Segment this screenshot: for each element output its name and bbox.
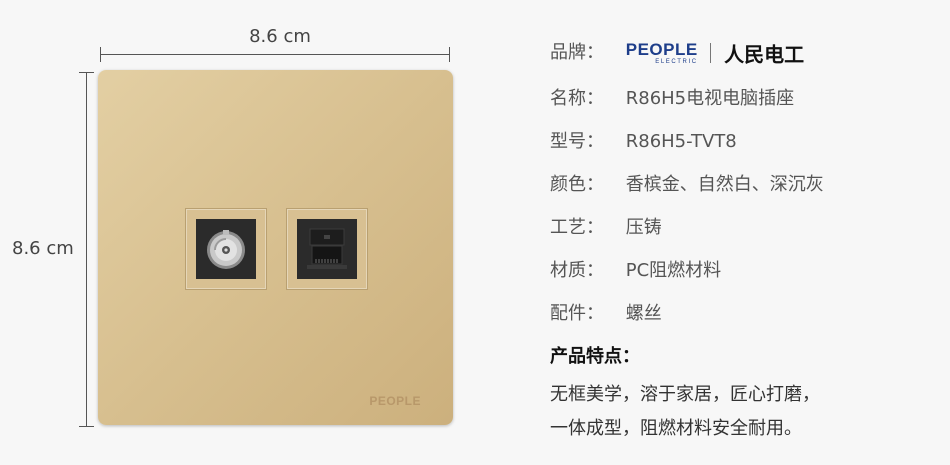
network-port-frame [286, 208, 368, 290]
width-dimension-label: 8.6 cm [249, 26, 311, 47]
spec-key-process: 工艺： [550, 217, 604, 238]
width-dimension-line [100, 47, 450, 62]
spec-value-material: PC阻燃材料 [625, 260, 722, 281]
features-title: 产品特点： [550, 346, 640, 367]
spec-row-model: 型号： R86H5-TVT8 [550, 127, 737, 157]
spec-value-accessory: 螺丝 [625, 303, 662, 324]
rj45-port [297, 219, 357, 279]
rj45-icon [297, 219, 357, 279]
spec-row-brand: 品牌： PEOPLE ELECTRIC 人民电工 [550, 38, 804, 68]
spec-row-accessory: 配件： 螺丝 [550, 299, 662, 329]
socket-panel: PEOPLE [98, 70, 453, 425]
brand-logo: PEOPLE ELECTRIC [626, 41, 698, 65]
brand-logo-cn: 人民电工 [724, 42, 805, 67]
spec-value-color: 香槟金、自然白、深沉灰 [625, 174, 824, 195]
panel-brand-mark: PEOPLE [369, 394, 421, 408]
coax-icon [196, 219, 256, 279]
spec-value-process: 压铸 [625, 217, 662, 238]
spec-key-accessory: 配件： [550, 303, 604, 324]
spec-row-color: 颜色： 香槟金、自然白、深沉灰 [550, 170, 824, 200]
spec-key-brand: 品牌： [550, 42, 604, 63]
spec-key-color: 颜色： [550, 174, 604, 195]
spec-row-name: 名称： R86H5电视电脑插座 [550, 84, 794, 114]
spec-key-model: 型号： [550, 131, 604, 152]
brand-logo-en-sub: ELECTRIC [655, 59, 698, 65]
height-dimension-line [79, 72, 94, 427]
spec-value-name: R86H5电视电脑插座 [625, 88, 795, 109]
spec-row-material: 材质： PC阻燃材料 [550, 256, 721, 286]
tv-port-frame [185, 208, 267, 290]
spec-key-material: 材质： [550, 260, 604, 281]
spec-value-model: R86H5-TVT8 [625, 131, 737, 152]
brand-logo-divider [710, 43, 712, 63]
height-dimension-label: 8.6 cm [12, 238, 74, 259]
spec-row-process: 工艺： 压铸 [550, 213, 662, 243]
brand-logo-en: PEOPLE [625, 40, 698, 59]
spec-key-name: 名称： [550, 88, 604, 109]
tv-coax-port [196, 219, 256, 279]
features-line-1: 无框美学，溶于家居，匠心打磨， [550, 384, 820, 405]
features-line-2: 一体成型，阻燃材料安全耐用。 [550, 418, 802, 439]
